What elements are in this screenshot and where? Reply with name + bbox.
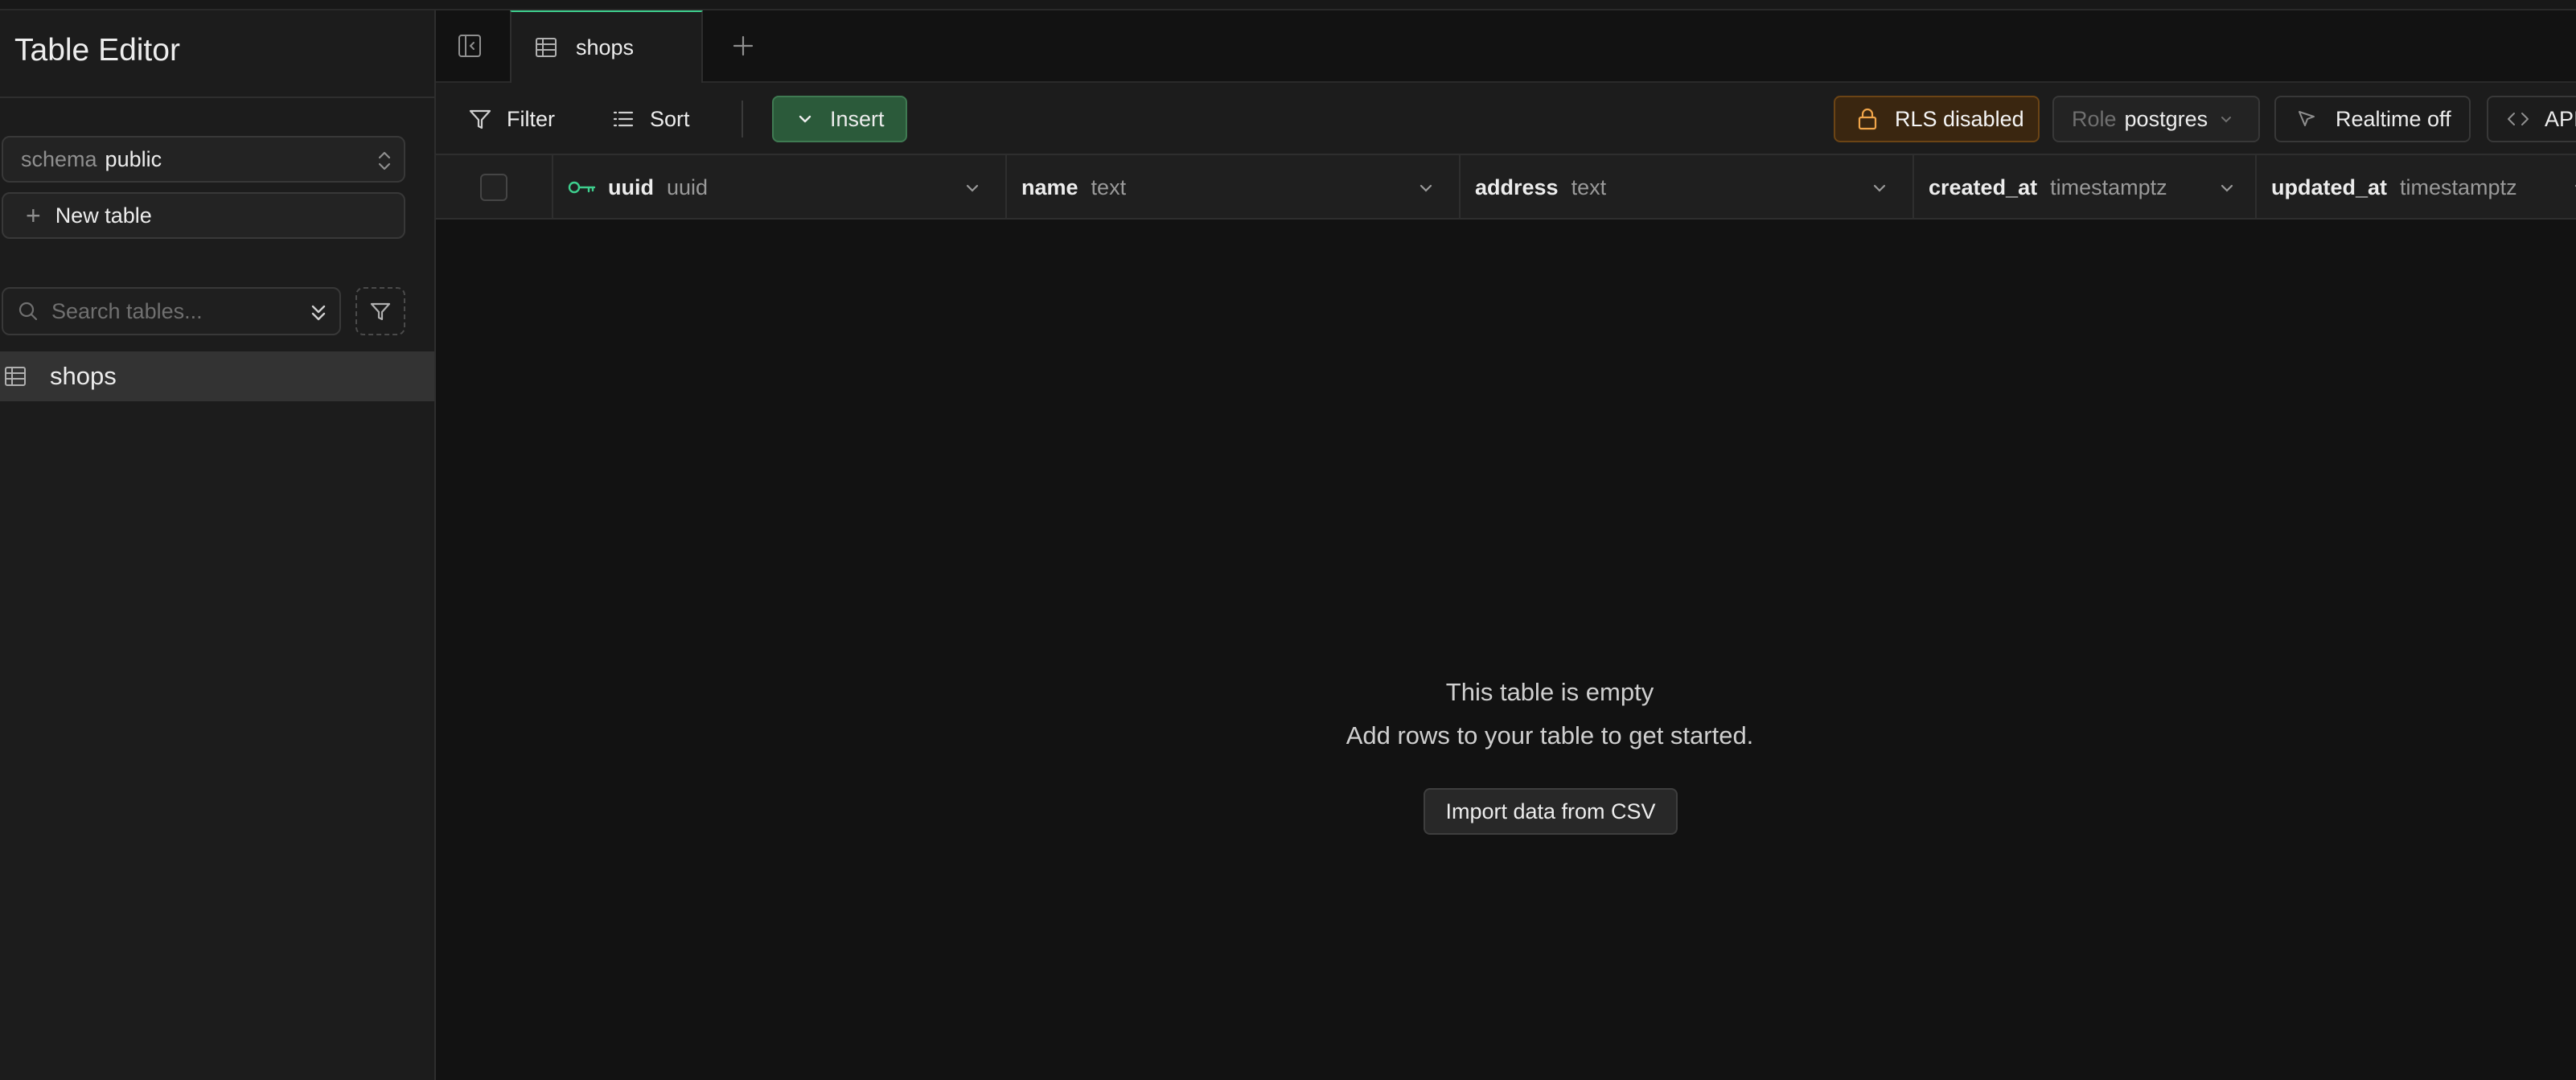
chevron-down-icon [2219, 112, 2233, 126]
role-value: postgres [2124, 106, 2208, 131]
sort-icon [611, 107, 635, 131]
add-tab-button[interactable] [725, 28, 761, 64]
column-type: timestamptz [2050, 175, 2167, 199]
rls-status-button[interactable]: RLS disabled [1834, 96, 2040, 142]
filter-icon [369, 300, 392, 322]
insert-label: Insert [830, 106, 885, 131]
chevron-down-icon[interactable] [2572, 179, 2576, 197]
select-all-cell [436, 155, 553, 220]
new-table-label: New table [55, 203, 152, 228]
panel-toggle-icon[interactable] [457, 33, 483, 59]
table-icon [534, 36, 558, 59]
lock-icon [1856, 107, 1879, 131]
column-type: timestamptz [2400, 175, 2517, 199]
column-type: text [1091, 175, 1127, 199]
window-top-strip [0, 0, 2576, 10]
column-header-uuid[interactable]: uuid uuid [553, 155, 1007, 220]
toolbar-divider [742, 101, 743, 138]
column-name: name [1021, 175, 1078, 199]
plus-icon [731, 34, 755, 58]
role-select[interactable]: Role postgres [2052, 96, 2260, 142]
cursor-icon [2295, 108, 2318, 130]
plus-icon: + [26, 201, 41, 230]
column-name: uuid [608, 175, 654, 199]
table-icon [3, 365, 27, 388]
sort-label: Sort [650, 106, 690, 131]
tab-label: shops [576, 35, 635, 60]
toolbar: Filter Sort Insert RLS disabled Role pos… [436, 83, 2576, 155]
sidebar-item-shops[interactable]: shops [0, 351, 434, 401]
chevron-down-icon[interactable] [963, 179, 981, 197]
realtime-label: Realtime off [2336, 106, 2451, 131]
tab-bar: shops [436, 10, 2576, 83]
filter-icon [468, 107, 492, 131]
double-chevron-icon[interactable] [309, 302, 328, 324]
filter-button[interactable]: Filter [468, 96, 555, 142]
column-name: address [1475, 175, 1559, 199]
chevron-down-icon [796, 110, 814, 128]
column-header-name[interactable]: name text [1007, 155, 1461, 220]
column-header-address[interactable]: address text [1461, 155, 1914, 220]
select-all-checkbox[interactable] [480, 174, 507, 201]
selector-icon [376, 149, 392, 173]
grid-header: uuid uuid name text address text created… [436, 155, 2576, 220]
api-label: API [2545, 106, 2576, 131]
sidebar: Table Editor schema public + New table s… [0, 10, 436, 1080]
empty-state-title: This table is empty [1445, 678, 1654, 706]
schema-select[interactable]: schema public [2, 136, 405, 183]
sidebar-item-label: shops [50, 362, 117, 390]
sort-button[interactable]: Sort [611, 96, 690, 142]
column-name: updated_at [2271, 175, 2388, 199]
schema-select-value: public [105, 146, 162, 171]
search-icon [18, 301, 39, 322]
search-tables-input[interactable] [50, 298, 291, 325]
sidebar-filter-button[interactable] [355, 287, 405, 335]
code-icon [2506, 109, 2530, 129]
new-table-button[interactable]: + New table [2, 192, 405, 239]
column-type: text [1571, 175, 1607, 199]
tab-shops[interactable]: shops [510, 10, 703, 83]
chevron-down-icon[interactable] [2218, 179, 2236, 197]
sidebar-divider [0, 97, 434, 98]
search-tables-box [2, 287, 341, 335]
key-icon [568, 179, 597, 195]
realtime-button[interactable]: Realtime off [2274, 96, 2471, 142]
filter-label: Filter [507, 106, 555, 131]
column-name: created_at [1929, 175, 2038, 199]
schema-select-label: schema [21, 146, 97, 171]
role-key: Role [2072, 106, 2117, 131]
chevron-down-icon[interactable] [1417, 179, 1435, 197]
column-header-created-at[interactable]: created_at timestamptz [1914, 155, 2257, 220]
column-type: uuid [666, 175, 709, 199]
rls-label: RLS disabled [1895, 106, 2024, 131]
sidebar-title: Table Editor [14, 33, 180, 68]
import-csv-button[interactable]: Import data from CSV [1424, 788, 1678, 835]
empty-state-subtitle: Add rows to your table to get started. [1346, 721, 1754, 749]
chevron-down-icon[interactable] [1871, 179, 1888, 197]
insert-button[interactable]: Insert [772, 96, 907, 142]
api-button[interactable]: API [2487, 96, 2576, 142]
column-header-updated-at[interactable]: updated_at timestamptz [2257, 155, 2576, 220]
